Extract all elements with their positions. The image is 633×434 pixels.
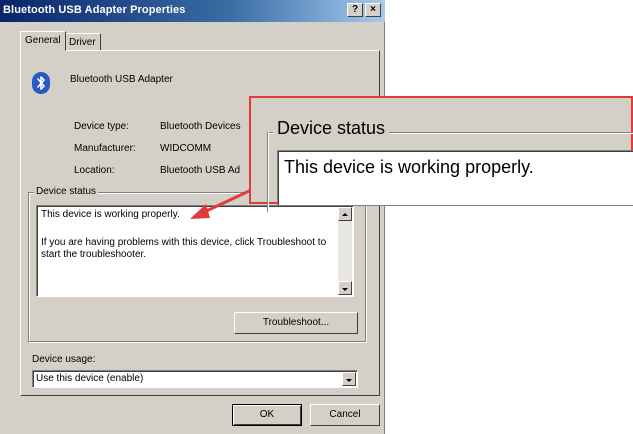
callout-arrow	[190, 183, 263, 219]
zoom-status-text: This device is working properly.	[284, 157, 534, 177]
tab-general[interactable]: General	[20, 31, 66, 51]
zoom-group-border-left	[267, 132, 268, 212]
zoom-status-textbox: This device is working properly.	[277, 150, 633, 206]
zoom-callout: Device status This device is working pro…	[249, 96, 633, 212]
zoom-device-status-label: Device status	[273, 118, 390, 139]
